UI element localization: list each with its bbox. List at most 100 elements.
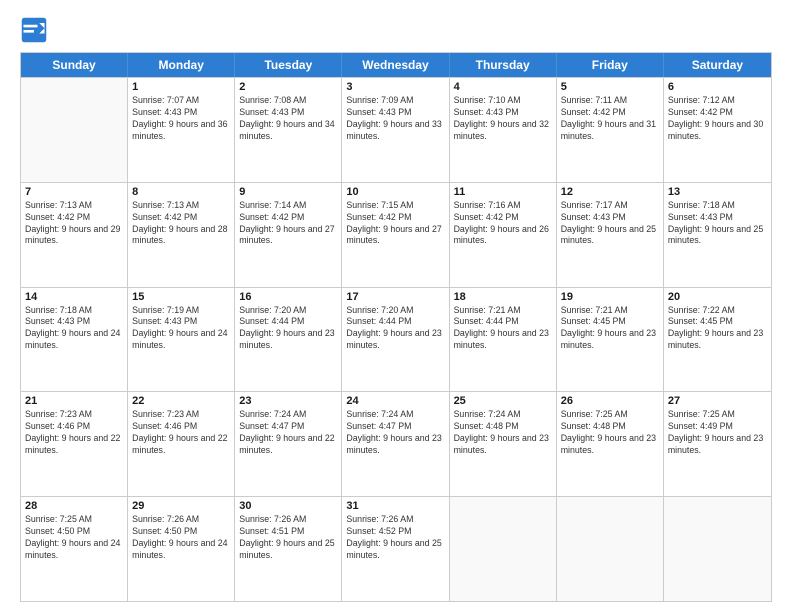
cell-info: Sunrise: 7:20 AM Sunset: 4:44 PM Dayligh… — [346, 305, 444, 353]
cell-info: Sunrise: 7:09 AM Sunset: 4:43 PM Dayligh… — [346, 95, 444, 143]
calendar-row-0: 1Sunrise: 7:07 AM Sunset: 4:43 PM Daylig… — [21, 77, 771, 182]
calendar-cell — [664, 497, 771, 601]
calendar-cell: 9 Sunrise: 7:14 AM Sunset: 4:42 PM Daylig… — [235, 183, 342, 287]
cell-info: Sunrise: 7:13 AM Sunset: 4:42 PM Dayligh… — [25, 200, 123, 248]
cell-info: Sunrise: 7:25 AM Sunset: 4:49 PM Dayligh… — [668, 409, 767, 457]
calendar-cell: 2Sunrise: 7:08 AM Sunset: 4:43 PM Daylig… — [235, 78, 342, 182]
calendar-header-thursday: Thursday — [450, 53, 557, 77]
calendar-cell: 27 Sunrise: 7:25 AM Sunset: 4:49 PM Dayli… — [664, 392, 771, 496]
calendar-header-wednesday: Wednesday — [342, 53, 449, 77]
cell-date: 27 — [668, 395, 767, 407]
calendar-cell: 18 Sunrise: 7:21 AM Sunset: 4:44 PM Dayli… — [450, 288, 557, 392]
cell-info: Sunrise: 7:24 AM Sunset: 4:47 PM Dayligh… — [239, 409, 337, 457]
cell-date: 12 — [561, 186, 659, 198]
cell-info: Sunrise: 7:07 AM Sunset: 4:43 PM Dayligh… — [132, 95, 230, 143]
cell-date: 19 — [561, 291, 659, 303]
cell-date: 26 — [561, 395, 659, 407]
calendar-cell: 3Sunrise: 7:09 AM Sunset: 4:43 PM Daylig… — [342, 78, 449, 182]
logo — [20, 16, 52, 44]
calendar-header-tuesday: Tuesday — [235, 53, 342, 77]
cell-info: Sunrise: 7:24 AM Sunset: 4:47 PM Dayligh… — [346, 409, 444, 457]
calendar-cell: 1Sunrise: 7:07 AM Sunset: 4:43 PM Daylig… — [128, 78, 235, 182]
cell-info: Sunrise: 7:23 AM Sunset: 4:46 PM Dayligh… — [132, 409, 230, 457]
cell-info: Sunrise: 7:26 AM Sunset: 4:52 PM Dayligh… — [346, 514, 444, 562]
cell-info: Sunrise: 7:13 AM Sunset: 4:42 PM Dayligh… — [132, 200, 230, 248]
calendar-cell: 10Sunrise: 7:15 AM Sunset: 4:42 PM Dayli… — [342, 183, 449, 287]
cell-info: Sunrise: 7:19 AM Sunset: 4:43 PM Dayligh… — [132, 305, 230, 353]
cell-date: 6 — [668, 81, 767, 93]
cell-date: 20 — [668, 291, 767, 303]
cell-info: Sunrise: 7:23 AM Sunset: 4:46 PM Dayligh… — [25, 409, 123, 457]
calendar-cell: 20Sunrise: 7:22 AM Sunset: 4:45 PM Dayli… — [664, 288, 771, 392]
calendar-cell: 12 Sunrise: 7:17 AM Sunset: 4:43 PM Dayli… — [557, 183, 664, 287]
cell-info: Sunrise: 7:26 AM Sunset: 4:51 PM Dayligh… — [239, 514, 337, 562]
calendar: SundayMondayTuesdayWednesdayThursdayFrid… — [20, 52, 772, 602]
calendar-cell: 29Sunrise: 7:26 AM Sunset: 4:50 PM Dayli… — [128, 497, 235, 601]
calendar-cell: 30 Sunrise: 7:26 AM Sunset: 4:51 PM Dayli… — [235, 497, 342, 601]
calendar-cell: 7 Sunrise: 7:13 AM Sunset: 4:42 PM Daylig… — [21, 183, 128, 287]
cell-date: 14 — [25, 291, 123, 303]
calendar-cell — [21, 78, 128, 182]
cell-info: Sunrise: 7:21 AM Sunset: 4:44 PM Dayligh… — [454, 305, 552, 353]
cell-date: 13 — [668, 186, 767, 198]
calendar-cell: 13Sunrise: 7:18 AM Sunset: 4:43 PM Dayli… — [664, 183, 771, 287]
cell-date: 9 — [239, 186, 337, 198]
calendar-cell: 21 Sunrise: 7:23 AM Sunset: 4:46 PM Dayli… — [21, 392, 128, 496]
cell-date: 21 — [25, 395, 123, 407]
cell-date: 18 — [454, 291, 552, 303]
cell-date: 24 — [346, 395, 444, 407]
cell-date: 15 — [132, 291, 230, 303]
calendar-header-row: SundayMondayTuesdayWednesdayThursdayFrid… — [21, 53, 771, 77]
calendar-cell: 4 Sunrise: 7:10 AM Sunset: 4:43 PM Daylig… — [450, 78, 557, 182]
page: SundayMondayTuesdayWednesdayThursdayFrid… — [0, 0, 792, 612]
cell-info: Sunrise: 7:20 AM Sunset: 4:44 PM Dayligh… — [239, 305, 337, 353]
calendar-cell: 6Sunrise: 7:12 AM Sunset: 4:42 PM Daylig… — [664, 78, 771, 182]
calendar-cell — [557, 497, 664, 601]
cell-info: Sunrise: 7:15 AM Sunset: 4:42 PM Dayligh… — [346, 200, 444, 248]
calendar-cell: 8Sunrise: 7:13 AM Sunset: 4:42 PM Daylig… — [128, 183, 235, 287]
calendar-body: 1Sunrise: 7:07 AM Sunset: 4:43 PM Daylig… — [21, 77, 771, 601]
calendar-cell: 22Sunrise: 7:23 AM Sunset: 4:46 PM Dayli… — [128, 392, 235, 496]
header — [20, 16, 772, 44]
calendar-cell — [450, 497, 557, 601]
calendar-cell: 24 Sunrise: 7:24 AM Sunset: 4:47 PM Dayli… — [342, 392, 449, 496]
calendar-row-3: 21 Sunrise: 7:23 AM Sunset: 4:46 PM Dayli… — [21, 391, 771, 496]
cell-date: 30 — [239, 500, 337, 512]
cell-info: Sunrise: 7:14 AM Sunset: 4:42 PM Dayligh… — [239, 200, 337, 248]
calendar-cell: 25 Sunrise: 7:24 AM Sunset: 4:48 PM Dayli… — [450, 392, 557, 496]
cell-date: 23 — [239, 395, 337, 407]
cell-info: Sunrise: 7:25 AM Sunset: 4:50 PM Dayligh… — [25, 514, 123, 562]
cell-info: Sunrise: 7:24 AM Sunset: 4:48 PM Dayligh… — [454, 409, 552, 457]
cell-info: Sunrise: 7:25 AM Sunset: 4:48 PM Dayligh… — [561, 409, 659, 457]
cell-date: 4 — [454, 81, 552, 93]
calendar-cell: 17 Sunrise: 7:20 AM Sunset: 4:44 PM Dayli… — [342, 288, 449, 392]
cell-date: 25 — [454, 395, 552, 407]
calendar-cell: 19 Sunrise: 7:21 AM Sunset: 4:45 PM Dayli… — [557, 288, 664, 392]
cell-date: 17 — [346, 291, 444, 303]
calendar-header-friday: Friday — [557, 53, 664, 77]
cell-info: Sunrise: 7:10 AM Sunset: 4:43 PM Dayligh… — [454, 95, 552, 143]
cell-info: Sunrise: 7:16 AM Sunset: 4:42 PM Dayligh… — [454, 200, 552, 248]
cell-date: 2 — [239, 81, 337, 93]
calendar-cell: 23 Sunrise: 7:24 AM Sunset: 4:47 PM Dayli… — [235, 392, 342, 496]
cell-info: Sunrise: 7:11 AM Sunset: 4:42 PM Dayligh… — [561, 95, 659, 143]
calendar-header-sunday: Sunday — [21, 53, 128, 77]
calendar-cell: 15 Sunrise: 7:19 AM Sunset: 4:43 PM Dayli… — [128, 288, 235, 392]
cell-date: 5 — [561, 81, 659, 93]
cell-date: 31 — [346, 500, 444, 512]
calendar-row-4: 28Sunrise: 7:25 AM Sunset: 4:50 PM Dayli… — [21, 496, 771, 601]
calendar-cell: 26 Sunrise: 7:25 AM Sunset: 4:48 PM Dayli… — [557, 392, 664, 496]
calendar-cell: 11Sunrise: 7:16 AM Sunset: 4:42 PM Dayli… — [450, 183, 557, 287]
calendar-cell: 14Sunrise: 7:18 AM Sunset: 4:43 PM Dayli… — [21, 288, 128, 392]
cell-info: Sunrise: 7:17 AM Sunset: 4:43 PM Dayligh… — [561, 200, 659, 248]
cell-info: Sunrise: 7:21 AM Sunset: 4:45 PM Dayligh… — [561, 305, 659, 353]
cell-date: 7 — [25, 186, 123, 198]
calendar-row-2: 14Sunrise: 7:18 AM Sunset: 4:43 PM Dayli… — [21, 287, 771, 392]
calendar-cell: 16 Sunrise: 7:20 AM Sunset: 4:44 PM Dayli… — [235, 288, 342, 392]
logo-icon — [20, 16, 48, 44]
calendar-cell: 5 Sunrise: 7:11 AM Sunset: 4:42 PM Daylig… — [557, 78, 664, 182]
calendar-cell: 28Sunrise: 7:25 AM Sunset: 4:50 PM Dayli… — [21, 497, 128, 601]
calendar-header-saturday: Saturday — [664, 53, 771, 77]
cell-date: 29 — [132, 500, 230, 512]
cell-date: 16 — [239, 291, 337, 303]
